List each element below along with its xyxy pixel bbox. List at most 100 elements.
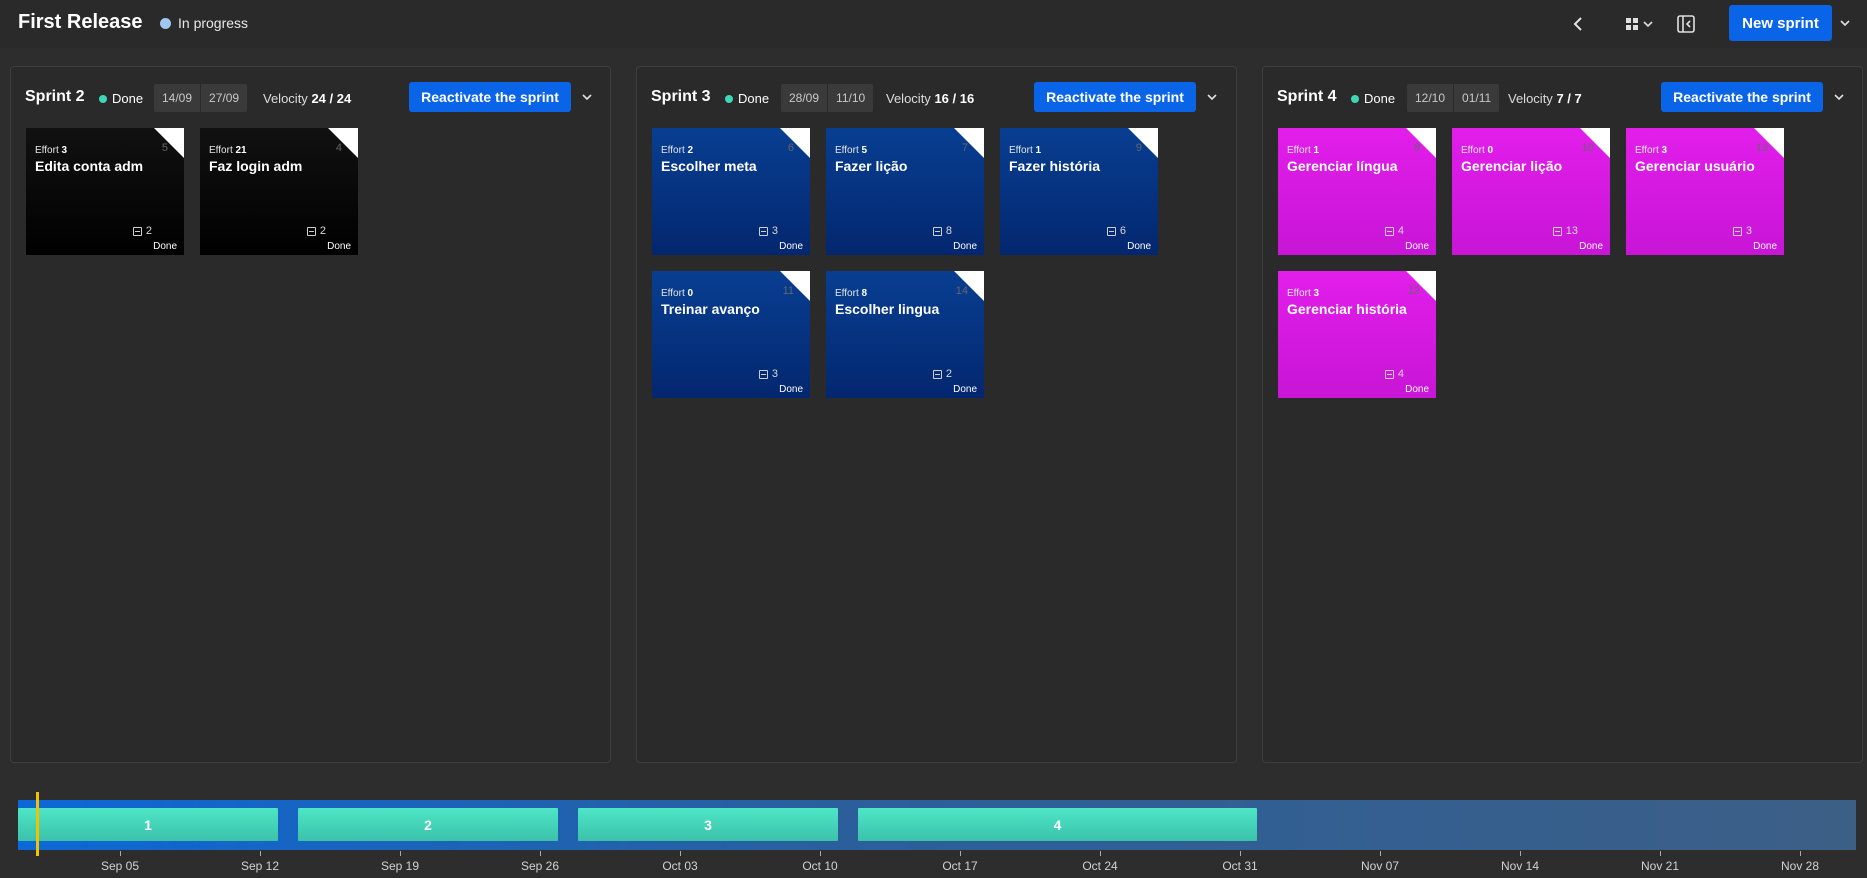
timeline-tick	[1380, 851, 1381, 856]
story-card[interactable]: 8 Effort 1 Gerenciar língua 4 Done	[1278, 128, 1436, 255]
sprint-start-date[interactable]: 12/10	[1407, 84, 1453, 112]
card-number: 8	[1413, 142, 1420, 154]
task-list-icon	[132, 226, 142, 236]
sprint-status: Done	[1351, 91, 1395, 106]
sprint-dates[interactable]: 28/09 11/10	[781, 84, 874, 112]
timeline-tick	[1100, 851, 1101, 856]
chevron-down-icon[interactable]	[1204, 88, 1220, 106]
effort-label: Effort	[1635, 145, 1659, 156]
task-count: 4	[1397, 368, 1404, 380]
new-sprint-button[interactable]: New sprint	[1729, 5, 1832, 41]
sprint-velocity: Velocity 7 / 7	[1508, 91, 1582, 106]
task-list-icon	[1732, 226, 1742, 236]
story-card[interactable]: 5 Effort 3 Edita conta adm 2 Done	[26, 128, 184, 255]
card-corner	[954, 128, 984, 158]
task-count: 3	[771, 368, 778, 380]
sprint-header: Sprint 3 Done 28/09 11/10 Velocity 16 / …	[637, 67, 1236, 127]
card-tasks: 6	[1106, 225, 1126, 237]
card-title: Faz login adm	[209, 158, 303, 174]
story-card[interactable]: 12 Effort 3 Gerenciar história 4 Done	[1278, 271, 1436, 398]
timeline-tick-label: Oct 31	[1222, 859, 1258, 873]
reactivate-sprint-button[interactable]: Reactivate the sprint	[1034, 82, 1196, 112]
timeline-tick-label: Oct 03	[662, 859, 698, 873]
card-tasks: 3	[758, 225, 778, 237]
velocity-label: Velocity	[1508, 91, 1553, 106]
sprint-end-date[interactable]: 11/10	[827, 84, 873, 112]
story-card[interactable]: 7 Effort 5 Fazer lição 8 Done	[826, 128, 984, 255]
chevron-down-icon[interactable]	[1836, 13, 1854, 33]
sprint-column: Sprint 2 Done 14/09 27/09 Velocity 24 / …	[10, 66, 611, 763]
timeline-tick-label: Oct 24	[1082, 859, 1118, 873]
effort-label: Effort	[1461, 145, 1485, 156]
task-count: 3	[771, 225, 778, 237]
timeline-sprint-bar[interactable]: 4	[858, 808, 1257, 841]
chevron-left-icon[interactable]	[1565, 11, 1591, 37]
story-card[interactable]: 14 Effort 8 Escolher lingua 2 Done	[826, 271, 984, 398]
card-effort: Effort 0	[661, 288, 693, 299]
task-list-icon	[758, 369, 768, 379]
card-corner	[328, 128, 358, 158]
task-count: 13	[1565, 225, 1578, 237]
card-title: Fazer lição	[835, 158, 908, 174]
today-marker	[36, 792, 39, 856]
top-bar: First Release In progress New sprint	[0, 0, 1867, 48]
velocity-value: 7 / 7	[1556, 91, 1582, 106]
card-number: 13	[1755, 142, 1768, 154]
task-list-icon	[1384, 369, 1394, 379]
sprint-dates[interactable]: 14/09 27/09	[154, 84, 248, 112]
effort-value: 8	[861, 288, 868, 299]
card-effort: Effort 3	[1287, 288, 1319, 299]
sprint-start-date[interactable]: 14/09	[154, 84, 200, 112]
task-count: 8	[945, 225, 952, 237]
card-tasks: 2	[132, 225, 152, 237]
sprint-name: Sprint 2	[25, 88, 85, 105]
collapse-panel-icon[interactable]	[1673, 11, 1699, 37]
timeline-tick-label: Sep 12	[240, 859, 280, 873]
card-status: Done	[1405, 384, 1429, 395]
done-dot-icon	[99, 94, 107, 103]
velocity-label: Velocity	[886, 91, 931, 106]
story-card[interactable]: 9 Effort 1 Fazer história 6 Done	[1000, 128, 1158, 255]
card-status: Done	[953, 384, 977, 395]
sprint-start-date[interactable]: 28/09	[781, 84, 827, 112]
card-tasks: 8	[932, 225, 952, 237]
card-tasks: 2	[932, 368, 952, 380]
release-timeline[interactable]: 1 2 3 4	[18, 800, 1856, 850]
card-status: Done	[327, 241, 351, 252]
card-status: Done	[779, 384, 803, 395]
timeline-tick-label: Nov 07	[1360, 859, 1400, 873]
sprint-end-date[interactable]: 01/11	[1453, 84, 1499, 112]
sprint-dates[interactable]: 12/10 01/11	[1407, 84, 1500, 112]
reactivate-sprint-button[interactable]: Reactivate the sprint	[409, 82, 571, 112]
timeline-sprint-bar[interactable]: 2	[298, 808, 558, 841]
chevron-down-icon[interactable]	[579, 88, 595, 106]
card-status: Done	[953, 241, 977, 252]
release-title: First Release	[18, 11, 143, 33]
story-card[interactable]: 4 Effort 21 Faz login adm 2 Done	[200, 128, 358, 255]
sprint-velocity: Velocity 24 / 24	[263, 91, 351, 106]
task-list-icon	[932, 369, 942, 379]
timeline-tick	[1660, 851, 1661, 856]
chevron-down-icon[interactable]	[1831, 88, 1847, 106]
timeline-sprint-bar[interactable]: 3	[578, 808, 838, 841]
grid-view-icon[interactable]	[1622, 11, 1658, 37]
story-card[interactable]: 6 Effort 2 Escolher meta 3 Done	[652, 128, 810, 255]
card-title: Escolher meta	[661, 158, 757, 174]
card-tasks: 13	[1552, 225, 1578, 237]
story-card[interactable]: 13 Effort 3 Gerenciar usuário 3 Done	[1626, 128, 1784, 255]
reactivate-sprint-button[interactable]: Reactivate the sprint	[1661, 82, 1823, 112]
sprint-end-date[interactable]: 27/09	[200, 84, 247, 112]
card-title: Fazer história	[1009, 158, 1101, 174]
card-number: 11	[782, 285, 794, 297]
story-card[interactable]: 11 Effort 0 Treinar avanço 3 Done	[652, 271, 810, 398]
timeline-tick-label: Sep 05	[100, 859, 140, 873]
timeline-tick	[1800, 851, 1801, 856]
story-card[interactable]: 10 Effort 0 Gerenciar lição 13 Done	[1452, 128, 1610, 255]
effort-value: 0	[687, 288, 694, 299]
task-list-icon	[1384, 226, 1394, 236]
timeline-sprint-bar[interactable]: 1	[18, 808, 278, 841]
task-list-icon	[1106, 226, 1116, 236]
card-number: 9	[1135, 142, 1142, 154]
timeline-tick	[960, 851, 961, 856]
card-number: 7	[961, 142, 968, 154]
